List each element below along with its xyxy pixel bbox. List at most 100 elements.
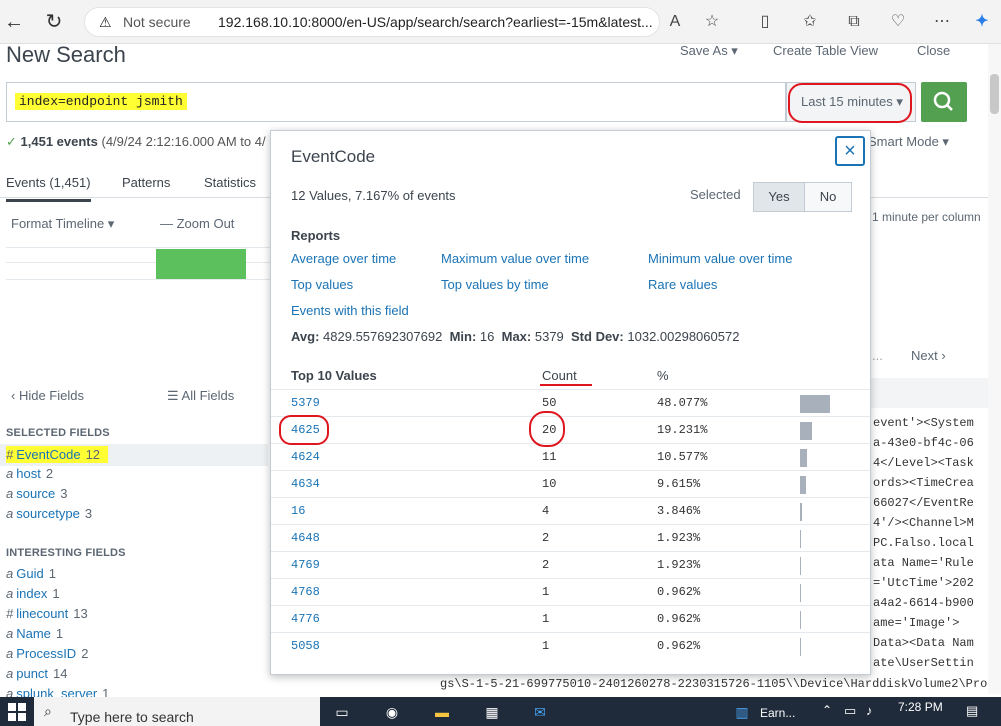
min-label: Min: — [449, 329, 477, 344]
field-item[interactable]: a Name 1 — [6, 626, 63, 641]
report-minimum-over-time[interactable]: Minimum value over time — [648, 251, 793, 266]
search-icon — [933, 91, 953, 111]
values-summary: 12 Values, 7.167% of events — [291, 188, 456, 203]
format-timeline-button[interactable]: Format Timeline ▾ — [11, 216, 114, 232]
value-link[interactable]: 4648 — [291, 531, 320, 545]
close-button[interactable]: Close — [917, 43, 950, 58]
scrollbar[interactable] — [988, 44, 1001, 694]
health-icon[interactable]: ♡ — [886, 10, 910, 34]
search-input[interactable]: index=endpoint jsmith — [6, 82, 786, 122]
network-icon[interactable]: ▭ — [844, 703, 856, 719]
value-link[interactable]: 4769 — [291, 558, 320, 572]
favorite-star-icon[interactable]: ☆ — [700, 10, 724, 34]
field-name: index — [16, 586, 48, 601]
mail-icon[interactable]: ✉ — [528, 701, 552, 723]
top-values-header: Top 10 Values — [291, 368, 377, 383]
report-maximum-over-time[interactable]: Maximum value over time — [441, 251, 589, 266]
field-item[interactable]: a ProcessID 2 — [6, 646, 88, 661]
notification-icon[interactable]: ▤ — [966, 703, 978, 719]
tab-statistics[interactable]: Statistics — [204, 175, 256, 190]
hide-fields-button[interactable]: ‹ Hide Fields — [11, 388, 84, 403]
value-count: 2 — [542, 558, 550, 572]
taskbar-app-label[interactable]: Earn... — [760, 706, 795, 720]
value-link[interactable]: 4634 — [291, 477, 320, 491]
close-icon[interactable]: × — [835, 136, 865, 166]
refresh-icon[interactable]: ↻ — [42, 10, 66, 34]
split-screen-icon[interactable]: ▯ — [753, 10, 777, 34]
back-arrow-icon[interactable]: ← — [2, 10, 26, 34]
timeline-bar[interactable] — [156, 249, 246, 279]
tab-patterns[interactable]: Patterns — [122, 175, 170, 190]
value-percent: 1.923% — [657, 531, 701, 545]
field-item[interactable]: a source 3 — [6, 486, 68, 501]
value-percent: 9.615% — [657, 477, 701, 491]
report-rare-values[interactable]: Rare values — [648, 277, 717, 292]
popup-title: EventCode — [291, 147, 376, 166]
volume-icon[interactable]: ♪ — [866, 703, 873, 718]
event-count: 1,451 events — [20, 134, 98, 149]
page-title: New Search — [6, 42, 126, 67]
value-link[interactable]: 4768 — [291, 585, 320, 599]
stock-app-icon[interactable]: ▥ — [730, 701, 754, 723]
value-link[interactable]: 16 — [291, 504, 305, 518]
url-text: 192.168.10.10:8000/en-US/app/search/sear… — [218, 14, 653, 30]
clock[interactable]: 7:28 PM — [898, 700, 943, 714]
value-row: 4624 11 10.577% — [271, 443, 870, 470]
value-link[interactable]: 4776 — [291, 612, 320, 626]
ellipsis-icon[interactable]: ⋯ — [930, 10, 954, 34]
field-type-icon: a — [6, 666, 14, 681]
search-button[interactable] — [921, 82, 967, 122]
field-item[interactable]: # linecount 13 — [6, 606, 88, 621]
all-fields-button[interactable]: ☰ All Fields — [167, 388, 234, 404]
read-aloud-icon[interactable]: A — [663, 10, 687, 34]
favorites-icon[interactable]: ✩ — [798, 10, 822, 34]
value-link[interactable]: 5058 — [291, 639, 320, 653]
field-item[interactable]: a Guid 1 — [6, 566, 56, 581]
field-name: Guid — [16, 566, 44, 581]
report-average-over-time[interactable]: Average over time — [291, 251, 396, 266]
field-item[interactable]: a index 1 — [6, 586, 60, 601]
tray-chevron-icon[interactable]: ⌃ — [822, 703, 832, 717]
zoom-out-button[interactable]: — Zoom Out — [160, 216, 234, 231]
copilot-icon[interactable]: ✦ — [970, 10, 994, 34]
collections-icon[interactable]: ⧉ — [842, 10, 866, 34]
field-item[interactable]: a sourcetype 3 — [6, 506, 92, 521]
field-item[interactable]: a punct 14 — [6, 666, 68, 681]
store-icon[interactable]: ▦ — [480, 701, 504, 723]
search-icon: ⌕ — [44, 703, 52, 719]
report-top-values-by-time[interactable]: Top values by time — [441, 277, 549, 292]
address-bar[interactable]: ⚠ Not secure 192.168.10.10:8000/en-US/ap… — [84, 7, 660, 37]
taskbar-search-input[interactable]: ⌕ Type here to search — [34, 697, 320, 726]
report-events-with-field[interactable]: Events with this field — [291, 303, 409, 318]
pagination-ellipsis: ... — [872, 348, 883, 363]
field-count: 12 — [85, 447, 101, 462]
scrollbar-thumb[interactable] — [990, 74, 999, 114]
file-explorer-icon[interactable]: ▬ — [430, 701, 454, 723]
field-count: 1 — [48, 566, 56, 581]
field-name: EventCode — [16, 447, 81, 462]
value-count: 11 — [542, 450, 557, 464]
search-mode-select[interactable]: Smart Mode ▾ — [868, 134, 949, 150]
windows-start-icon[interactable] — [8, 703, 26, 721]
value-link[interactable]: 5379 — [291, 396, 320, 410]
selected-no-button[interactable]: No — [804, 182, 852, 212]
browser-toolbar: ← ↻ ⚠ Not secure 192.168.10.10:8000/en-U… — [0, 0, 1001, 44]
save-as-button[interactable]: Save As ▾ — [680, 43, 738, 59]
report-top-values[interactable]: Top values — [291, 277, 353, 292]
value-row: 4769 2 1.923% — [271, 551, 870, 578]
task-view-icon[interactable]: ▭ — [330, 701, 354, 723]
create-table-view-button[interactable]: Create Table View — [773, 43, 878, 58]
value-link[interactable]: 4624 — [291, 450, 320, 464]
raw-event-line: 4'/><Channel>M — [873, 516, 974, 530]
selected-yes-button[interactable]: Yes — [753, 182, 805, 212]
selected-label: Selected — [690, 187, 741, 202]
edge-icon[interactable]: ◉ — [380, 701, 404, 723]
field-type-icon: # — [6, 447, 14, 462]
value-percent: 3.846% — [657, 504, 701, 518]
value-row: 4634 10 9.615% — [271, 470, 870, 497]
min-value: 16 — [479, 329, 495, 344]
next-page-button[interactable]: Next › — [911, 348, 946, 363]
field-item[interactable]: # EventCode 12 — [6, 446, 109, 463]
field-item[interactable]: a host 2 — [6, 466, 53, 481]
field-count: 2 — [45, 466, 54, 481]
